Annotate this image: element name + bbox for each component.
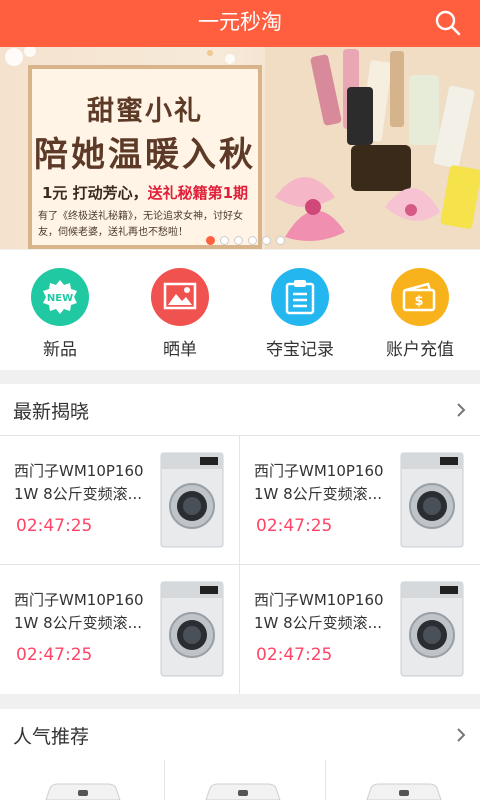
product-name: 西门子WM10P160 1W 8公斤变频滚...: [14, 462, 144, 503]
latest-section-header[interactable]: 最新揭晓: [0, 384, 480, 436]
banner-tagline-prefix: 1元 打动芳心，: [41, 184, 148, 202]
product-card[interactable]: 西门子WM10P160 1W 8公斤变频滚... 02:47:25: [0, 436, 240, 565]
pagination-dot[interactable]: [262, 236, 271, 245]
picture-icon: [151, 268, 209, 326]
app-header: 一元秒淘: [0, 0, 480, 47]
cosmetics-products-image: [265, 47, 480, 249]
banner-pagination[interactable]: [206, 236, 285, 245]
phone-product-icon[interactable]: [42, 782, 124, 800]
quick-link-records[interactable]: 夺宝记录: [240, 250, 360, 370]
quick-link-label: 夺宝记录: [266, 340, 334, 360]
section-title: 人气推荐: [13, 726, 90, 748]
new-badge-text: NEW: [47, 293, 73, 304]
product-card[interactable]: 西门子WM10P160 1W 8公斤变频滚... 02:47:25: [240, 565, 480, 694]
quick-link-label: 新品: [43, 340, 77, 360]
svg-text:$: $: [414, 294, 423, 309]
quick-link-share[interactable]: 晒单: [120, 250, 240, 370]
washing-machine-icon: [400, 581, 464, 677]
pagination-dot[interactable]: [248, 236, 257, 245]
search-button[interactable]: [434, 8, 462, 36]
quick-link-new[interactable]: NEW 新品: [0, 250, 120, 370]
product-card[interactable]: 西门子WM10P160 1W 8公斤变频滚... 02:47:25: [0, 565, 240, 694]
clipboard-icon: [271, 268, 329, 326]
popular-section-header[interactable]: 人气推荐: [0, 709, 480, 761]
banner-tagline: 1元 打动芳心，送礼秘籍第1期: [32, 182, 258, 203]
banner-title: 甜蜜小礼: [87, 96, 203, 127]
quick-links: NEW 新品 晒单 夺宝记录 $ 账户充值: [0, 250, 480, 370]
product-name: 西门子WM10P160 1W 8公斤变频滚...: [14, 591, 144, 632]
latest-grid: 西门子WM10P160 1W 8公斤变频滚... 02:47:25 西门子WM1…: [0, 436, 480, 694]
chevron-right-icon: [457, 403, 466, 417]
countdown-timer: 02:47:25: [256, 516, 333, 536]
washing-machine-icon: [400, 452, 464, 548]
product-name: 西门子WM10P160 1W 8公斤变频滚...: [254, 462, 384, 503]
countdown-timer: 02:47:25: [16, 645, 93, 665]
search-icon: [435, 10, 461, 36]
banner-headline: 陪她温暖入秋: [34, 135, 256, 175]
phone-product-icon[interactable]: [202, 782, 284, 800]
pagination-dot[interactable]: [234, 236, 243, 245]
banner-tagline-highlight: 送礼秘籍第1期: [147, 184, 249, 202]
countdown-timer: 02:47:25: [16, 516, 93, 536]
washing-machine-icon: [160, 452, 224, 548]
wallet-icon: $: [391, 268, 449, 326]
popular-list: [0, 760, 480, 800]
product-name: 西门子WM10P160 1W 8公斤变频滚...: [254, 591, 384, 632]
section-title: 最新揭晓: [13, 401, 90, 423]
pagination-dot[interactable]: [220, 236, 229, 245]
quick-link-label: 账户充值: [386, 340, 454, 360]
quick-link-recharge[interactable]: $ 账户充值: [360, 250, 480, 370]
banner-text-card: 甜蜜小礼 陪她温暖入秋 1元 打动芳心，送礼秘籍第1期 有了《终极送礼秘籍》，无…: [28, 65, 262, 249]
product-card[interactable]: 西门子WM10P160 1W 8公斤变频滚... 02:47:25: [240, 436, 480, 565]
chevron-right-icon: [457, 728, 466, 742]
phone-product-icon[interactable]: [363, 782, 445, 800]
app-title: 一元秒淘: [198, 10, 282, 34]
countdown-timer: 02:47:25: [256, 645, 333, 665]
pagination-dot[interactable]: [206, 236, 215, 245]
quick-link-label: 晒单: [163, 340, 197, 360]
pagination-dot[interactable]: [276, 236, 285, 245]
promo-banner[interactable]: 甜蜜小礼 陪她温暖入秋 1元 打动芳心，送礼秘籍第1期 有了《终极送礼秘籍》，无…: [0, 47, 480, 249]
new-badge-icon: NEW: [31, 268, 89, 326]
washing-machine-icon: [160, 581, 224, 677]
